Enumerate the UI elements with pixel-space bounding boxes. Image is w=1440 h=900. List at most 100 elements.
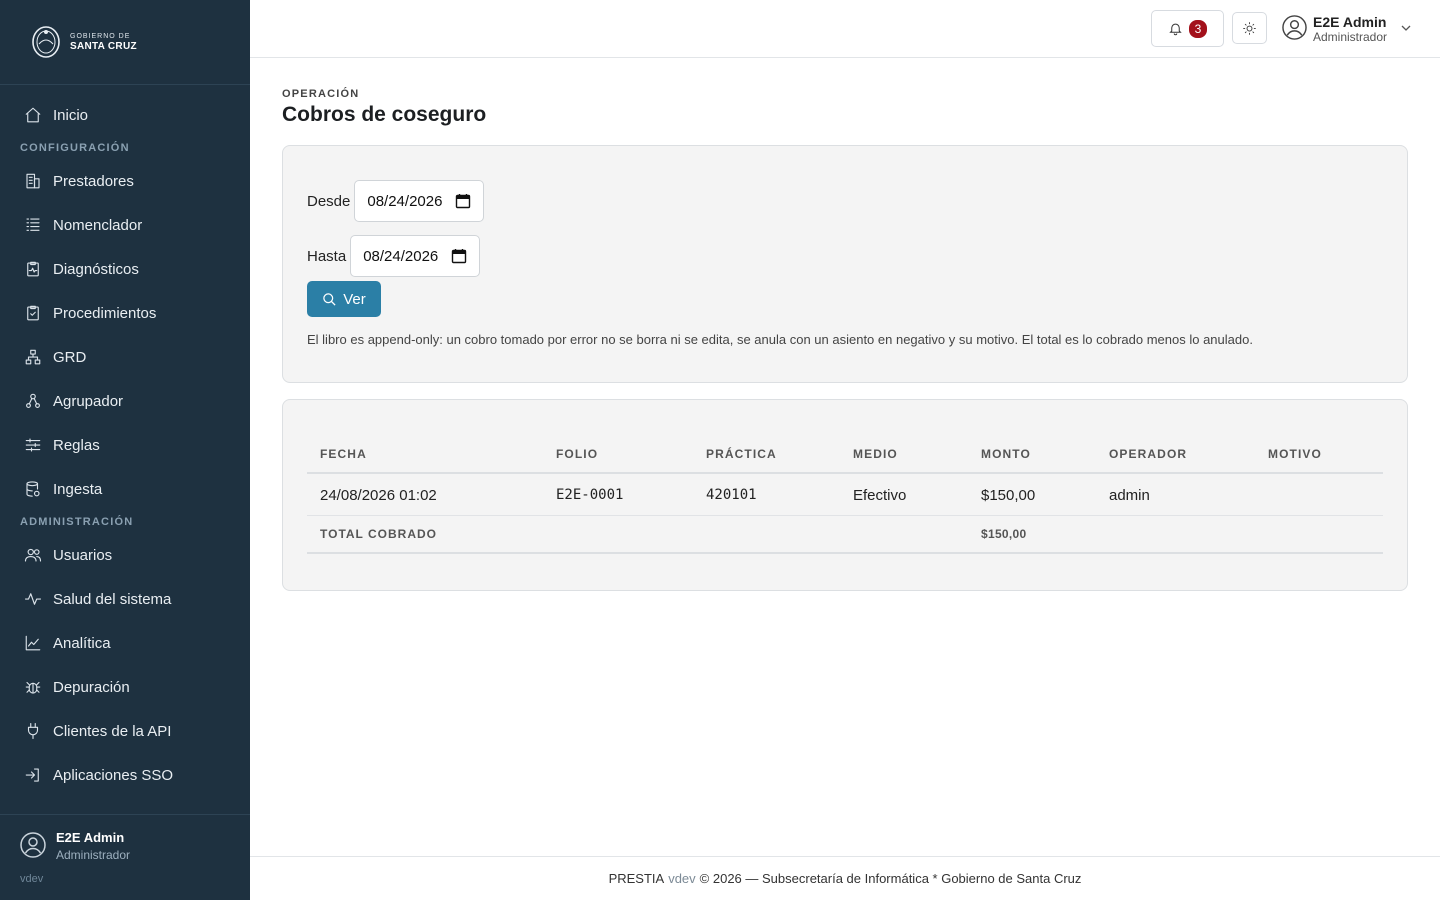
page-title: Cobros de coseguro — [282, 103, 487, 126]
desde-label: Desde — [307, 192, 351, 210]
footer-copyright: © 2026 — Subsecretaría de Informática * … — [699, 871, 1082, 886]
theme-toggle-button[interactable] — [1232, 12, 1267, 44]
calendar-icon[interactable] — [451, 248, 467, 264]
cobros-table: FECHA FOLIO PRÁCTICA MEDIO MONTO OPERADO… — [307, 436, 1383, 554]
app-version: vdev — [20, 873, 44, 885]
notifications-button[interactable]: 3 — [1151, 10, 1224, 47]
hasta-label: Hasta — [307, 247, 347, 265]
list-icon — [23, 215, 43, 235]
bell-icon — [1168, 23, 1182, 36]
desde-date-input[interactable]: 08/24/2026 — [354, 180, 485, 222]
brand-line2: SANTA CRUZ — [70, 40, 137, 52]
cell-monto: $150,00 — [981, 487, 1036, 504]
sidebar-item-label: Aplicaciones SSO — [53, 766, 174, 784]
total-value: $150,00 — [981, 527, 1027, 541]
sidebar-item-diagnosticos[interactable]: Diagnósticos — [0, 247, 250, 291]
hasta-value: 08/24/2026 — [363, 247, 439, 265]
desde-value: 08/24/2026 — [367, 192, 443, 210]
sidebar-item-label: Inicio — [53, 106, 89, 124]
clipboard-pulse-icon — [23, 259, 43, 279]
sidebar-user-role: Administrador — [56, 848, 131, 862]
footer: PRESTIA vdev © 2026 — Subsecretaría de I… — [250, 856, 1440, 900]
hasta-field: Hasta 08/24/2026 — [307, 235, 481, 277]
page-eyebrow: OPERACIÓN — [282, 88, 360, 100]
sidebar-item-clientes-api[interactable]: Clientes de la API — [0, 709, 250, 753]
cell-fecha: 24/08/2026 01:02 — [320, 487, 437, 504]
col-medio: MEDIO — [853, 447, 898, 461]
col-fecha: FECHA — [320, 447, 367, 461]
cell-practica: 420101 — [706, 487, 757, 503]
ver-button[interactable]: Ver — [307, 281, 381, 317]
sidebar-item-depuracion[interactable]: Depuración — [0, 665, 250, 709]
avatar-icon — [20, 832, 46, 858]
col-practica: PRÁCTICA — [706, 447, 777, 461]
clipboard-check-icon — [23, 303, 43, 323]
table-row[interactable]: 24/08/2026 01:02 E2E-0001 420101 Efectiv… — [307, 474, 1383, 516]
hasta-date-input[interactable]: 08/24/2026 — [350, 235, 481, 277]
table-header: FECHA FOLIO PRÁCTICA MEDIO MONTO OPERADO… — [307, 436, 1383, 474]
col-operador: OPERADOR — [1109, 447, 1188, 461]
sidebar-item-procedimientos[interactable]: Procedimientos — [0, 291, 250, 335]
sidebar-item-label: Diagnósticos — [53, 260, 139, 278]
brand-logo[interactable]: GOBIERNO DE SANTA CRUZ — [0, 0, 250, 85]
sidebar-section-configuracion: CONFIGURACIÓN — [20, 142, 130, 154]
hierarchy-icon — [23, 347, 43, 367]
footer-version: vdev — [668, 871, 696, 886]
users-icon — [23, 545, 43, 565]
user-menu[interactable]: E2E Admin Administrador — [1282, 12, 1412, 46]
sidebar-user-name: E2E Admin — [56, 830, 125, 845]
cell-medio: Efectivo — [853, 487, 907, 504]
sidebar-item-label: GRD — [53, 348, 87, 366]
footer-app-name: PRESTIA — [608, 871, 665, 886]
sidebar-item-analitica[interactable]: Analítica — [0, 621, 250, 665]
cell-folio: E2E-0001 — [556, 487, 624, 503]
avatar-icon — [1282, 15, 1307, 40]
sidebar-item-nomenclador[interactable]: Nomenclador — [0, 203, 250, 247]
notifications-badge: 3 — [1188, 19, 1208, 38]
plug-icon — [23, 721, 43, 741]
sidebar-item-label: Prestadores — [53, 172, 134, 190]
sidebar-item-reglas[interactable]: Reglas — [0, 423, 250, 467]
sidebar-user[interactable]: E2E Admin Administrador vdev — [0, 814, 250, 900]
table-total-row: TOTAL COBRADO $150,00 — [307, 516, 1383, 554]
login-icon — [23, 765, 43, 785]
sidebar-nav: Inicio CONFIGURACIÓN Prestadores Nomencl… — [0, 85, 250, 797]
home-icon — [23, 105, 43, 125]
col-monto: MONTO — [981, 447, 1031, 461]
sidebar-item-label: Nomenclador — [53, 216, 143, 234]
sidebar-item-prestadores[interactable]: Prestadores — [0, 159, 250, 203]
sidebar-item-salud-del-sistema[interactable]: Salud del sistema — [0, 577, 250, 621]
sidebar-item-usuarios[interactable]: Usuarios — [0, 533, 250, 577]
sidebar-item-label: Agrupador — [53, 392, 124, 410]
sidebar-item-grd[interactable]: GRD — [0, 335, 250, 379]
sidebar-item-label: Ingesta — [53, 480, 103, 498]
database-icon — [23, 479, 43, 499]
sidebar-item-label: Procedimientos — [53, 304, 157, 322]
sidebar-item-agrupador[interactable]: Agrupador — [0, 379, 250, 423]
sidebar-item-label: Clientes de la API — [53, 722, 172, 740]
col-folio: FOLIO — [556, 447, 599, 461]
sidebar-item-inicio[interactable]: Inicio — [0, 93, 250, 137]
coat-of-arms-icon — [32, 26, 60, 58]
append-only-hint: El libro es append-only: un cobro tomado… — [307, 332, 1253, 347]
sidebar-item-aplicaciones-sso[interactable]: Aplicaciones SSO — [0, 753, 250, 797]
ver-button-label: Ver — [343, 290, 366, 308]
building-icon — [23, 171, 43, 191]
desde-field: Desde 08/24/2026 — [307, 180, 485, 222]
total-label: TOTAL COBRADO — [320, 527, 437, 541]
col-motivo: MOTIVO — [1268, 447, 1322, 461]
brand-line1: GOBIERNO DE — [70, 32, 131, 40]
chart-line-icon — [23, 633, 43, 653]
topbar-user-role: Administrador — [1313, 30, 1388, 44]
calendar-icon[interactable] — [455, 193, 471, 209]
sidebar-item-label: Usuarios — [53, 546, 113, 564]
sliders-icon — [23, 435, 43, 455]
sidebar-item-ingesta[interactable]: Ingesta — [0, 467, 250, 511]
sun-icon — [1243, 21, 1256, 35]
sidebar-item-label: Analítica — [53, 634, 111, 652]
sidebar: GOBIERNO DE SANTA CRUZ Inicio CONFIGURAC… — [0, 0, 250, 900]
topbar: 3 E2E Admin Administrador — [250, 0, 1440, 58]
bug-icon — [23, 677, 43, 697]
cobros-table-card: FECHA FOLIO PRÁCTICA MEDIO MONTO OPERADO… — [282, 399, 1408, 591]
topbar-user-name: E2E Admin — [1313, 14, 1387, 30]
